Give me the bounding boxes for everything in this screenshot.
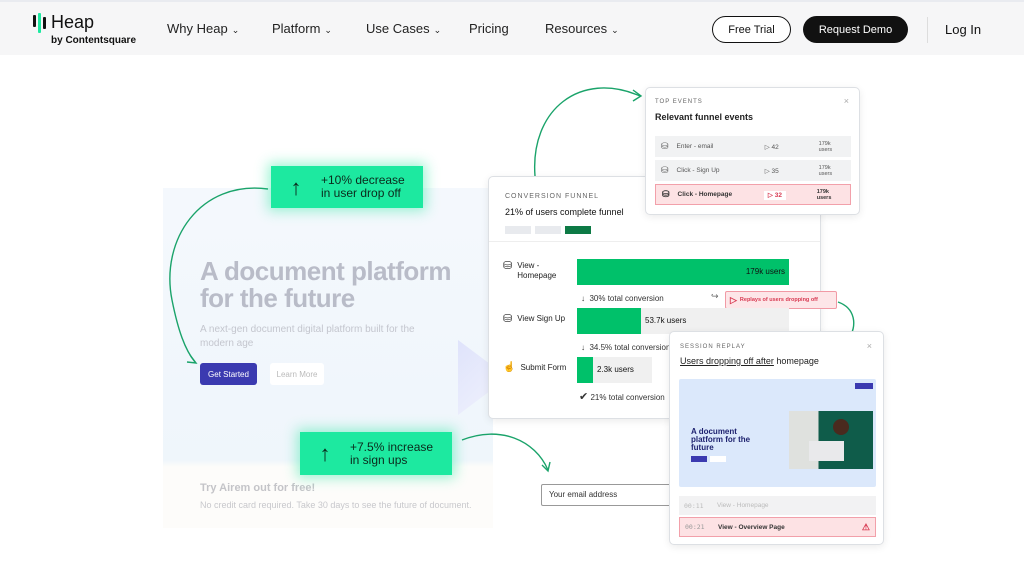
event-row[interactable]: ⛁ Enter - email ▷ 42 179k users [655, 136, 851, 157]
funnel-step-indicator-active [565, 226, 591, 234]
preview-nav-button [855, 383, 873, 389]
event-label: View - Homepage [717, 502, 769, 509]
screen-icon: ⛁ [661, 165, 669, 175]
arrow-to-get-started [169, 187, 269, 363]
card-title: Relevant funnel events [655, 112, 754, 122]
cursor-click-icon: ☝ [503, 362, 516, 373]
divider [489, 241, 820, 242]
event-name: Click - Homepage [677, 191, 733, 198]
replay-icon: ▷ [764, 167, 770, 175]
event-users: 179k users [818, 140, 833, 153]
person-shape [833, 419, 849, 435]
title-rest: homepage [773, 356, 819, 366]
funnel-bar[interactable]: 179k users [577, 259, 789, 285]
conv-value: 21% total conversion [590, 393, 665, 402]
conversion-text: ✔ 21% total conversion [579, 390, 665, 403]
event-users: 179k users [818, 164, 833, 177]
replays-label: Replays of users dropping off [739, 297, 818, 303]
event-name: Enter - email [676, 143, 714, 150]
funnel-bar[interactable]: 2.3k users [577, 357, 634, 383]
step-name: View Sign Up [517, 314, 566, 323]
title-underlined: Users dropping off after [680, 356, 774, 366]
conversion-text: ↓ 34.5% total conversion [581, 343, 671, 352]
event-label: View - Overview Page [718, 523, 785, 531]
event-users: 179k users [816, 188, 832, 201]
screen-icon: ⛁ [661, 141, 669, 151]
arrow-up-icon: ↑ [319, 441, 331, 466]
badge-line: in user drop off [321, 186, 401, 200]
screen-icon: ⛁ [503, 260, 513, 272]
event-row-highlighted[interactable]: ⛁ Click - Homepage ▷ 32 179k users [655, 184, 851, 205]
event-row[interactable]: ⛁ Click - Sign Up ▷ 35 179k users [655, 160, 851, 181]
conv-value: 30% total conversion [589, 294, 664, 303]
arrow-to-top-events [534, 87, 641, 177]
arrow-up-icon: ↑ [290, 174, 302, 200]
replay-icon: ▷ [767, 191, 773, 199]
count: 32 [774, 191, 782, 199]
funnel-step-indicator [535, 226, 561, 234]
funnel-step-label: ☝ Submit Form [503, 363, 566, 373]
replay-icon: ▷ [730, 294, 737, 305]
arrow-to-email [461, 433, 549, 471]
replay-preview[interactable]: A document platform for the future [679, 379, 876, 487]
screen-icon: ⛁ [503, 313, 513, 325]
bar-value: 53.7k users [645, 316, 687, 325]
bar-value: 2.3k users [597, 365, 634, 374]
bar-value: 179k users [745, 267, 785, 276]
replays-dropping-off-button[interactable]: ▷ Replays of users dropping off [725, 291, 837, 309]
card-title: Users dropping off after homepage [680, 356, 819, 366]
replay-event-row-alert[interactable]: 00:21 View - Overview Page ⚠ [679, 517, 876, 537]
close-icon[interactable]: × [867, 341, 872, 351]
preview-photo [789, 411, 873, 469]
replay-count: ▷ 32 [763, 190, 817, 200]
card-title: 21% of users complete funnel [505, 207, 624, 217]
close-icon[interactable]: × [844, 96, 849, 106]
warning-icon: ⚠ [861, 521, 870, 532]
replay-count: ▷ 42 [765, 143, 819, 151]
card-caption: CONVERSION FUNNEL [505, 193, 600, 200]
event-time: 00:11 [684, 501, 704, 510]
event-time: 00:21 [685, 523, 705, 531]
screen-icon: ⛁ [662, 189, 670, 199]
conversion-text: ↓ 30% total conversion [581, 294, 664, 303]
laptop-shape [809, 441, 844, 461]
badge-line: +7.5% increase [350, 439, 434, 454]
preview-button [710, 456, 726, 462]
card-caption: TOP EVENTS [655, 99, 703, 105]
step-name: Submit Form [520, 363, 567, 372]
badge-line: in sign ups [350, 452, 408, 467]
top-events-card: TOP EVENTS × Relevant funnel events ⛁ Ent… [645, 87, 860, 215]
curved-arrow-icon: ↪ [711, 291, 719, 301]
funnel-bar[interactable]: 53.7k users [577, 308, 686, 334]
drop-off-badge: ↑ +10% decrease in user drop off [271, 166, 423, 208]
check-circle-icon: ✔ [579, 391, 589, 403]
event-name: Click - Sign Up [676, 167, 720, 174]
preview-button [691, 456, 707, 462]
funnel-step-indicator [505, 226, 531, 234]
conv-value: 34.5% total conversion [589, 343, 671, 352]
card-caption: SESSION REPLAY [680, 344, 746, 350]
count: 42 [771, 143, 779, 151]
replay-event-row[interactable]: 00:11 View - Homepage [679, 496, 876, 515]
funnel-step-label: ⛁ View - Homepage [503, 261, 567, 281]
replay-icon: ▷ [764, 143, 770, 151]
preview-title: A document platform for the future [691, 427, 751, 452]
session-replay-card: SESSION REPLAY × Users dropping off afte… [669, 331, 884, 545]
funnel-step-label: ⛁ View Sign Up [503, 313, 566, 325]
sign-ups-badge: ↑ +7.5% increase in sign ups [300, 432, 452, 475]
replay-count: ▷ 35 [765, 167, 819, 175]
step-name: View - Homepage [517, 261, 557, 280]
count: 35 [771, 167, 779, 175]
